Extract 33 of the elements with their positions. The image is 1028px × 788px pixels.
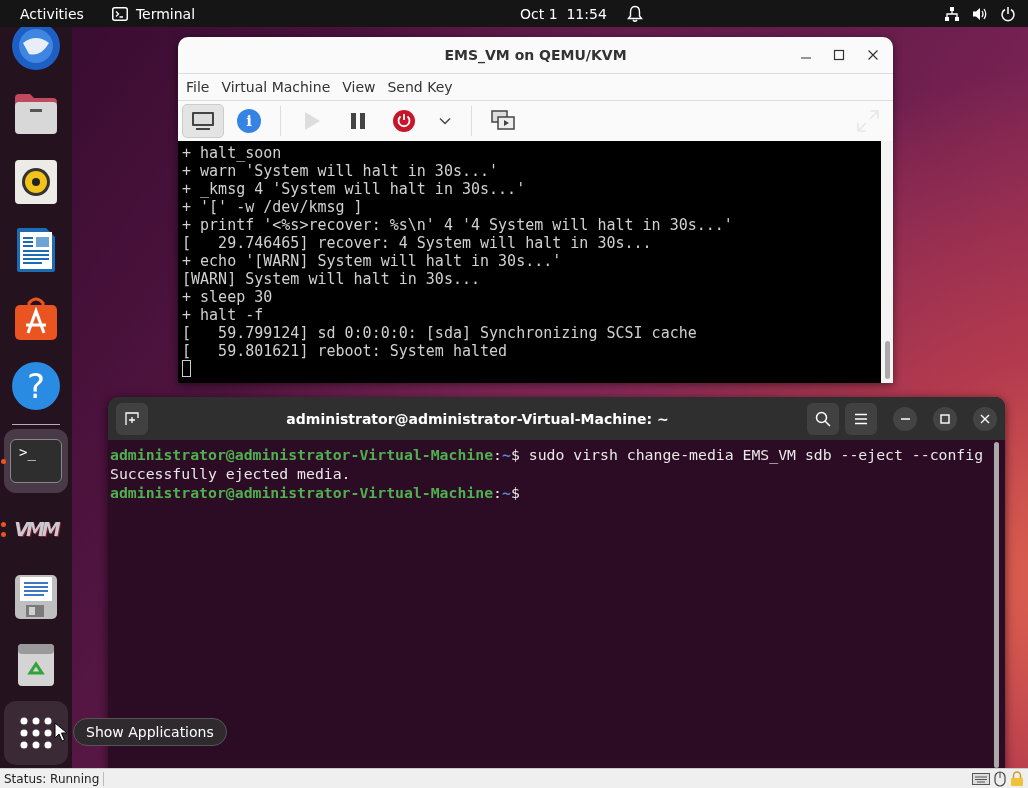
window-title: EMS_VM on QEMU/KVM (444, 47, 627, 63)
console-line: + sleep 30 (182, 288, 274, 306)
terminal-line: administrator@administrator-Virtual-Machine:~$ sudo virsh change-media EMS_VM sdb --eject --config (110, 445, 985, 464)
status-text: Status: Running (0, 771, 105, 786)
menu-item[interactable]: Send Key (381, 79, 459, 95)
activities-button[interactable]: Activities (0, 5, 104, 22)
dock-item[interactable]: VMM (4, 497, 68, 561)
virtual-machine-manager-icon: VMM (14, 518, 58, 540)
dock-item[interactable]: >_ (4, 429, 68, 493)
dock-item[interactable]: ? (4, 354, 68, 418)
console-line: + halt_soon (182, 144, 283, 162)
terminal-app-icon: >_ (10, 439, 62, 483)
details-button[interactable]: i (228, 104, 270, 138)
console-line: [ 59.799124] sd 0:0:0:0: [sda] Synchronizing SCSI cache (182, 324, 698, 342)
terminal-line: administrator@administrator-Virtual-Machine:~$ (110, 483, 521, 502)
app-menu[interactable]: Terminal (111, 5, 196, 22)
console-line: + printf '<%s>recover: %s\n' 4 '4 System will halt in 30s...' (182, 216, 734, 234)
console-line: + halt -f (182, 306, 265, 324)
menu-item[interactable]: File (180, 79, 216, 95)
console-line: [ 59.801621] reboot: System halted (182, 342, 509, 360)
menu-item[interactable]: Virtual Machine (215, 79, 337, 95)
console-line: + _kmsg 4 'System will halt in 30s...' (182, 180, 527, 198)
clock[interactable]: Oct 1 11:54 (508, 5, 619, 22)
console-line: + warn 'System will halt in 30s...' (182, 162, 500, 180)
terminal-line: Successfully ejected media. (110, 464, 352, 483)
window-title: administrator@administrator-Virtual-Machine: ~ (285, 410, 670, 427)
console-line: + echo '[WARN] System will halt in 30s...' (182, 252, 563, 270)
menu-item[interactable]: View (336, 79, 382, 95)
tooltip: Show Applications (73, 718, 227, 746)
help-icon: ? (12, 362, 60, 410)
console-line: [WARN] System will halt in 30s... (182, 270, 481, 288)
console-line: + '[' -w /dev/kmsg ] (182, 198, 364, 216)
console-line: [ 29.746465] recover: 4 System will halt in 30s... (182, 234, 653, 252)
